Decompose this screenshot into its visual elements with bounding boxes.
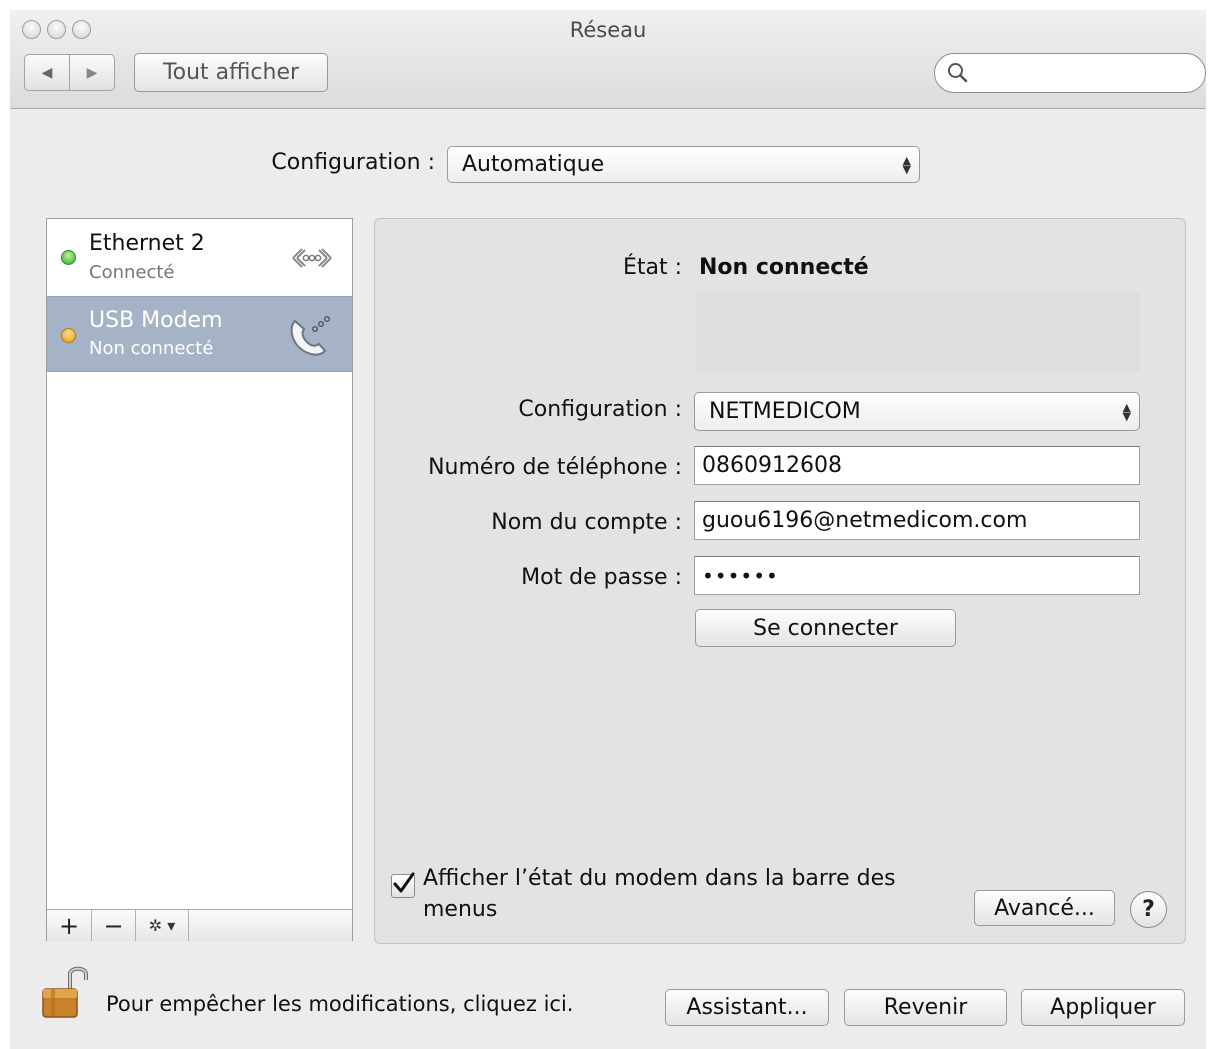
phone-number-field[interactable]: 0860912608 <box>694 446 1140 485</box>
configuration-label: Configuration : <box>518 397 682 422</box>
padlock-open-icon[interactable] <box>40 964 88 1022</box>
show-modem-status-label-line2: menus <box>423 897 498 922</box>
service-name: USB Modem <box>89 308 223 333</box>
service-list-toolbar: + − ✲ ▾ <box>47 909 352 941</box>
service-name: Ethernet 2 <box>89 231 205 256</box>
add-service-button[interactable]: + <box>47 910 92 941</box>
modem-configuration-popup[interactable]: NETMEDICOM ▲ ▼ <box>694 392 1140 431</box>
back-button[interactable]: ◀ <box>24 54 70 91</box>
status-label: État : <box>622 255 682 280</box>
add-icon: + <box>58 911 80 940</box>
service-item-ethernet-2[interactable]: Ethernet 2 Connecté <box>47 219 352 295</box>
forward-arrow-icon: ▶ <box>86 64 98 81</box>
popup-arrows-icon: ▲ ▼ <box>1122 400 1131 423</box>
status-value: Non connecté <box>699 255 869 280</box>
status-dot-orange <box>61 328 76 343</box>
search-field[interactable] <box>934 53 1206 93</box>
modem-configuration-value: NETMEDICOM <box>709 399 861 424</box>
help-icon: ? <box>1142 897 1155 922</box>
password-label: Mot de passe : <box>521 565 682 590</box>
checkmark-icon <box>393 872 415 893</box>
network-preferences-window: Réseau ◀ ▶ Tout afficher Configuration :… <box>10 10 1206 1049</box>
account-name-value: guou6196@netmedicom.com <box>702 508 1028 533</box>
lock-message[interactable]: Pour empêcher les modifications, cliquez… <box>106 992 573 1016</box>
apply-button[interactable]: Appliquer <box>1021 989 1185 1026</box>
service-list: Ethernet 2 Connecté USB Modem Non connec… <box>46 218 353 941</box>
remove-icon: − <box>103 911 124 940</box>
location-popup[interactable]: Automatique ▲ ▼ <box>447 146 920 183</box>
titlebar: Réseau ◀ ▶ Tout afficher <box>10 10 1206 109</box>
location-label: Configuration : <box>271 150 435 175</box>
show-modem-status-checkbox[interactable] <box>391 872 415 898</box>
phone-number-value: 0860912608 <box>702 453 842 478</box>
location-value: Automatique <box>462 152 605 177</box>
account-label: Nom du compte : <box>491 510 682 535</box>
action-menu-button[interactable]: ✲ ▾ <box>136 910 189 941</box>
connect-button[interactable]: Se connecter <box>695 609 956 647</box>
remove-service-button[interactable]: − <box>92 910 136 941</box>
show-modem-status-label: Afficher l’état du modem dans la barre d… <box>423 863 896 925</box>
status-detail-area <box>696 292 1140 372</box>
account-name-field[interactable]: guou6196@netmedicom.com <box>694 501 1140 540</box>
service-status: Non connecté <box>89 338 214 359</box>
phone-label: Numéro de téléphone : <box>428 455 682 480</box>
service-status: Connecté <box>89 262 175 283</box>
status-dot-green <box>61 250 76 265</box>
help-button[interactable]: ? <box>1130 891 1167 928</box>
search-icon <box>948 63 968 83</box>
show-modem-status-label-line1: Afficher l’état du modem dans la barre d… <box>423 866 896 891</box>
gear-icon: ✲ ▾ <box>148 916 176 935</box>
advanced-button[interactable]: Avancé... <box>974 890 1115 926</box>
window-title: Réseau <box>569 18 647 42</box>
search-input[interactable] <box>975 60 1199 88</box>
service-item-usb-modem[interactable]: USB Modem Non connecté <box>47 296 352 372</box>
password-value: •••••• <box>702 563 779 588</box>
forward-button[interactable]: ▶ <box>69 54 115 91</box>
assistant-button[interactable]: Assistant... <box>665 989 829 1026</box>
revert-button[interactable]: Revenir <box>844 989 1007 1026</box>
password-field[interactable]: •••••• <box>694 556 1140 595</box>
popup-arrows-icon: ▲ ▼ <box>902 153 911 176</box>
back-arrow-icon: ◀ <box>41 64 53 81</box>
modem-phone-icon <box>290 315 331 356</box>
show-all-button[interactable]: Tout afficher <box>134 53 328 92</box>
ethernet-icon <box>292 248 332 268</box>
